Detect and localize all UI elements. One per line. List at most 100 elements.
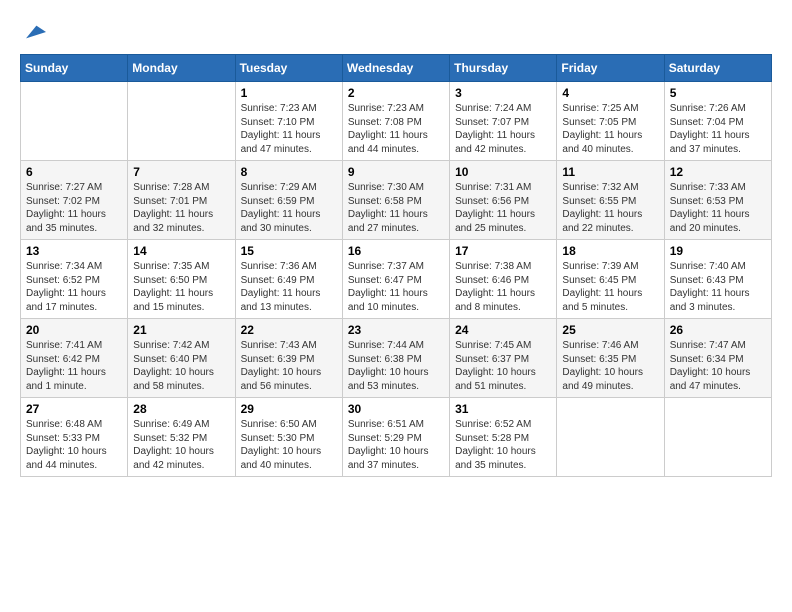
day-number: 12: [670, 165, 766, 179]
calendar-cell: 25Sunrise: 7:46 AM Sunset: 6:35 PM Dayli…: [557, 319, 664, 398]
calendar-week-3: 13 Sunrise: 7:34 AM Sunset: 6:52 PM Dayli…: [21, 240, 772, 319]
day-number: 7: [133, 165, 229, 179]
day-number: 24: [455, 323, 551, 337]
calendar-cell: 24 Sunrise: 7:45 AM Sunset: 6:37 PM Dayli…: [450, 319, 557, 398]
day-number: 6: [26, 165, 122, 179]
calendar-cell: 17 Sunrise: 7:38 AM Sunset: 6:46 PM Dayli…: [450, 240, 557, 319]
calendar-cell: 16Sunrise: 7:37 AM Sunset: 6:47 PM Dayli…: [342, 240, 449, 319]
day-info: Sunrise: 7:45 AM Sunset: 6:37 PM Dayligh…: [455, 339, 551, 393]
day-number: 21: [133, 323, 229, 337]
col-header-sunday: Sunday: [21, 55, 128, 82]
day-number: 28: [133, 402, 229, 416]
day-number: 13: [26, 244, 122, 258]
day-number: 15: [241, 244, 337, 258]
day-info: Sunrise: 6:50 AM Sunset: 5:30 PM Dayligh…: [241, 418, 337, 472]
day-number: 11: [562, 165, 658, 179]
calendar-cell: 2 Sunrise: 7:23 AM Sunset: 7:08 PM Daylig…: [342, 82, 449, 161]
day-info: Sunrise: 7:39 AM Sunset: 6:45 PM Dayligh…: [562, 260, 658, 314]
day-info: Sunrise: 7:29 AM Sunset: 6:59 PM Dayligh…: [241, 181, 337, 235]
day-number: 22: [241, 323, 337, 337]
calendar-cell: 19 Sunrise: 7:40 AM Sunset: 6:43 PM Dayli…: [664, 240, 771, 319]
day-number: 29: [241, 402, 337, 416]
calendar-header: SundayMondayTuesdayWednesdayThursdayFrid…: [21, 55, 772, 82]
day-info: Sunrise: 7:43 AM Sunset: 6:39 PM Dayligh…: [241, 339, 337, 393]
calendar-cell: 7 Sunrise: 7:28 AM Sunset: 7:01 PM Daylig…: [128, 161, 235, 240]
day-info: Sunrise: 7:33 AM Sunset: 6:53 PM Dayligh…: [670, 181, 766, 235]
calendar-cell: 21 Sunrise: 7:42 AM Sunset: 6:40 PM Dayli…: [128, 319, 235, 398]
col-header-monday: Monday: [128, 55, 235, 82]
day-number: 23: [348, 323, 444, 337]
day-info: Sunrise: 7:32 AM Sunset: 6:55 PM Dayligh…: [562, 181, 658, 235]
day-number: 2: [348, 86, 444, 100]
calendar-cell: 27 Sunrise: 6:48 AM Sunset: 5:33 PM Dayli…: [21, 398, 128, 477]
calendar-cell: [557, 398, 664, 477]
col-header-saturday: Saturday: [664, 55, 771, 82]
calendar-cell: 1 Sunrise: 7:23 AM Sunset: 7:10 PM Daylig…: [235, 82, 342, 161]
calendar-cell: 4Sunrise: 7:25 AM Sunset: 7:05 PM Daylig…: [557, 82, 664, 161]
calendar-cell: 8 Sunrise: 7:29 AM Sunset: 6:59 PM Daylig…: [235, 161, 342, 240]
day-info: Sunrise: 7:41 AM Sunset: 6:42 PM Dayligh…: [26, 339, 122, 393]
day-number: 19: [670, 244, 766, 258]
calendar-cell: 23 Sunrise: 7:44 AM Sunset: 6:38 PM Dayli…: [342, 319, 449, 398]
day-number: 31: [455, 402, 551, 416]
day-number: 18: [562, 244, 658, 258]
day-number: 8: [241, 165, 337, 179]
day-info: Sunrise: 7:36 AM Sunset: 6:49 PM Dayligh…: [241, 260, 337, 314]
calendar-cell: 15 Sunrise: 7:36 AM Sunset: 6:49 PM Dayli…: [235, 240, 342, 319]
col-header-tuesday: Tuesday: [235, 55, 342, 82]
day-info: Sunrise: 7:34 AM Sunset: 6:52 PM Dayligh…: [26, 260, 122, 314]
calendar-cell: 3 Sunrise: 7:24 AM Sunset: 7:07 PM Daylig…: [450, 82, 557, 161]
day-number: 26: [670, 323, 766, 337]
calendar-week-1: 1 Sunrise: 7:23 AM Sunset: 7:10 PM Daylig…: [21, 82, 772, 161]
calendar-cell: 28 Sunrise: 6:49 AM Sunset: 5:32 PM Dayli…: [128, 398, 235, 477]
day-number: 16: [348, 244, 444, 258]
calendar-cell: [21, 82, 128, 161]
day-info: Sunrise: 7:31 AM Sunset: 6:56 PM Dayligh…: [455, 181, 551, 235]
day-number: 5: [670, 86, 766, 100]
day-info: Sunrise: 7:24 AM Sunset: 7:07 PM Dayligh…: [455, 102, 551, 156]
day-info: Sunrise: 7:42 AM Sunset: 6:40 PM Dayligh…: [133, 339, 229, 393]
calendar-cell: 31 Sunrise: 6:52 AM Sunset: 5:28 PM Dayli…: [450, 398, 557, 477]
calendar-cell: 11 Sunrise: 7:32 AM Sunset: 6:55 PM Dayli…: [557, 161, 664, 240]
calendar-cell: 22 Sunrise: 7:43 AM Sunset: 6:39 PM Dayli…: [235, 319, 342, 398]
day-number: 3: [455, 86, 551, 100]
day-number: 27: [26, 402, 122, 416]
day-info: Sunrise: 7:44 AM Sunset: 6:38 PM Dayligh…: [348, 339, 444, 393]
calendar-cell: 6 Sunrise: 7:27 AM Sunset: 7:02 PM Daylig…: [21, 161, 128, 240]
calendar-cell: 18 Sunrise: 7:39 AM Sunset: 6:45 PM Dayli…: [557, 240, 664, 319]
calendar-cell: 26 Sunrise: 7:47 AM Sunset: 6:34 PM Dayli…: [664, 319, 771, 398]
day-info: Sunrise: 7:40 AM Sunset: 6:43 PM Dayligh…: [670, 260, 766, 314]
calendar-week-4: 20 Sunrise: 7:41 AM Sunset: 6:42 PM Dayli…: [21, 319, 772, 398]
calendar-cell: 20 Sunrise: 7:41 AM Sunset: 6:42 PM Dayli…: [21, 319, 128, 398]
day-info: Sunrise: 7:27 AM Sunset: 7:02 PM Dayligh…: [26, 181, 122, 235]
day-number: 17: [455, 244, 551, 258]
day-number: 1: [241, 86, 337, 100]
calendar-cell: 9Sunrise: 7:30 AM Sunset: 6:58 PM Daylig…: [342, 161, 449, 240]
day-info: Sunrise: 6:48 AM Sunset: 5:33 PM Dayligh…: [26, 418, 122, 472]
logo: [20, 20, 46, 44]
day-info: Sunrise: 6:51 AM Sunset: 5:29 PM Dayligh…: [348, 418, 444, 472]
calendar-cell: 30Sunrise: 6:51 AM Sunset: 5:29 PM Dayli…: [342, 398, 449, 477]
page-header: [20, 20, 772, 44]
calendar-week-5: 27 Sunrise: 6:48 AM Sunset: 5:33 PM Dayli…: [21, 398, 772, 477]
calendar-cell: 12 Sunrise: 7:33 AM Sunset: 6:53 PM Dayli…: [664, 161, 771, 240]
day-info: Sunrise: 7:23 AM Sunset: 7:10 PM Dayligh…: [241, 102, 337, 156]
calendar-cell: 10 Sunrise: 7:31 AM Sunset: 6:56 PM Dayli…: [450, 161, 557, 240]
day-info: Sunrise: 7:47 AM Sunset: 6:34 PM Dayligh…: [670, 339, 766, 393]
day-number: 14: [133, 244, 229, 258]
day-info: Sunrise: 7:30 AM Sunset: 6:58 PM Dayligh…: [348, 181, 444, 235]
calendar-cell: [664, 398, 771, 477]
day-number: 10: [455, 165, 551, 179]
day-info: Sunrise: 7:35 AM Sunset: 6:50 PM Dayligh…: [133, 260, 229, 314]
day-info: Sunrise: 7:46 AM Sunset: 6:35 PM Dayligh…: [562, 339, 658, 393]
day-number: 20: [26, 323, 122, 337]
col-header-thursday: Thursday: [450, 55, 557, 82]
day-info: Sunrise: 6:52 AM Sunset: 5:28 PM Dayligh…: [455, 418, 551, 472]
day-info: Sunrise: 7:38 AM Sunset: 6:46 PM Dayligh…: [455, 260, 551, 314]
day-info: Sunrise: 6:49 AM Sunset: 5:32 PM Dayligh…: [133, 418, 229, 472]
calendar-week-2: 6 Sunrise: 7:27 AM Sunset: 7:02 PM Daylig…: [21, 161, 772, 240]
day-info: Sunrise: 7:23 AM Sunset: 7:08 PM Dayligh…: [348, 102, 444, 156]
day-info: Sunrise: 7:28 AM Sunset: 7:01 PM Dayligh…: [133, 181, 229, 235]
calendar-cell: 14 Sunrise: 7:35 AM Sunset: 6:50 PM Dayli…: [128, 240, 235, 319]
calendar-table: SundayMondayTuesdayWednesdayThursdayFrid…: [20, 54, 772, 477]
